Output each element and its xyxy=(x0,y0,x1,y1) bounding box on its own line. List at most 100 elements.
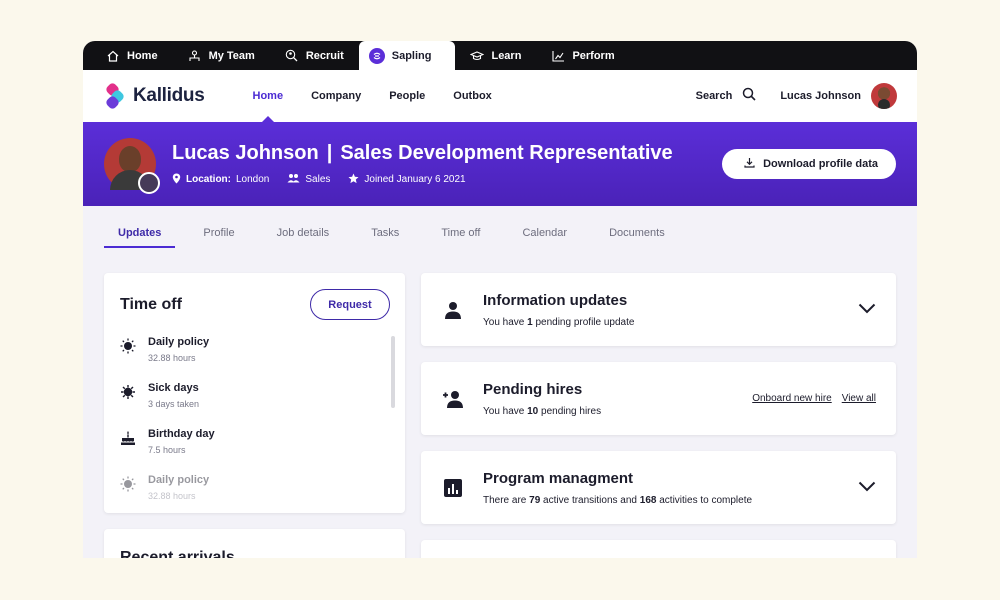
nav-link-home[interactable]: Home xyxy=(239,70,298,122)
card-title: Information updates xyxy=(483,291,628,309)
program-management-card[interactable]: Program managment There are 79 active tr… xyxy=(421,451,896,524)
apptab-label: Recruit xyxy=(305,49,344,62)
time-off-card: Time off Request Daily policy 32.88 hours… xyxy=(104,273,405,513)
pending-count: 10 xyxy=(527,405,539,417)
search-label[interactable]: Search xyxy=(696,90,733,102)
nav-link-company[interactable]: Company xyxy=(297,70,375,122)
group-icon xyxy=(287,173,300,186)
profile-joined: Joined January 6 2021 xyxy=(348,173,466,187)
card-subtitle: You have 1 pending profile update xyxy=(483,316,635,328)
location-pin-icon xyxy=(172,173,181,187)
apptab-label: Home xyxy=(127,49,158,62)
pending-hires-card[interactable]: Pending hires You have 10 pending hires … xyxy=(421,362,896,435)
tab-job-details[interactable]: Job details xyxy=(263,206,344,259)
sun-icon xyxy=(120,476,136,492)
apptab-label: My Team xyxy=(208,49,255,62)
apptab-label: Sapling xyxy=(391,49,432,62)
tab-updates[interactable]: Updates xyxy=(104,206,176,259)
main-navbar: Kallidus Home Company People Outbox Sear… xyxy=(83,70,917,122)
policy-name: Daily policy xyxy=(148,336,210,348)
policy-name: Daily policy xyxy=(148,474,210,486)
manager-avatar xyxy=(138,172,160,194)
profile-title: Lucas Johnson | Sales Development Repres… xyxy=(172,142,673,165)
location-value: London xyxy=(236,174,270,185)
department-value: Sales xyxy=(305,174,331,185)
list-item[interactable]: Daily policy 32.88 hours xyxy=(120,474,389,501)
user-name[interactable]: Lucas Johnson xyxy=(780,90,861,102)
tab-time-off[interactable]: Time off xyxy=(427,206,494,259)
home-icon xyxy=(106,49,120,63)
information-updates-card[interactable]: Information updates You have 1 pending p… xyxy=(421,273,896,346)
time-off-title: Time off xyxy=(120,295,182,313)
list-item[interactable]: Birthday day 7.5 hours xyxy=(120,428,389,455)
chevron-down-icon[interactable] xyxy=(858,479,876,497)
list-item[interactable]: Sick days 3 days taken xyxy=(120,382,389,409)
list-item[interactable]: Daily policy 32.88 hours xyxy=(120,336,389,363)
person-icon xyxy=(441,301,465,319)
search-icon[interactable] xyxy=(742,87,756,106)
sun-icon xyxy=(120,338,136,354)
download-profile-button[interactable]: Download profile data xyxy=(722,149,896,179)
recruit-icon xyxy=(285,49,299,63)
download-icon xyxy=(744,157,755,171)
transitions-count: 79 xyxy=(529,494,541,506)
card-title: Pending hires xyxy=(483,380,583,398)
profile-name: Lucas Johnson xyxy=(172,141,319,164)
profile-location: Location: London xyxy=(172,173,269,187)
apptab-learn[interactable]: Learn xyxy=(455,41,536,70)
nav-link-outbox[interactable]: Outbox xyxy=(439,70,506,122)
profile-department: Sales xyxy=(287,173,330,186)
card-subtitle: There are 79 active transitions and 168 … xyxy=(483,494,753,506)
activities-count: 168 xyxy=(639,494,657,506)
team-icon xyxy=(188,49,202,63)
chevron-down-icon[interactable] xyxy=(858,301,876,319)
tab-tasks[interactable]: Tasks xyxy=(357,206,413,259)
bar-chart-icon xyxy=(441,478,465,497)
card-title: Program managment xyxy=(483,469,634,487)
next-card xyxy=(421,540,896,558)
recent-arrivals-card: Recent arrivals xyxy=(104,529,405,558)
location-label: Location: xyxy=(186,174,231,185)
apptab-sapling[interactable]: Sapling xyxy=(358,41,456,70)
graduation-cap-icon xyxy=(470,49,485,63)
policy-list[interactable]: Daily policy 32.88 hours Sick days 3 days … xyxy=(120,336,389,506)
apptab-recruit[interactable]: Recruit xyxy=(270,41,359,70)
view-all-link[interactable]: View all xyxy=(842,393,876,404)
profile-tabs: Updates Profile Job details Tasks Time o… xyxy=(83,206,917,259)
tab-calendar[interactable]: Calendar xyxy=(508,206,581,259)
app-switcher-bar: Home My Team Recruit Sapling Learn Perfo… xyxy=(83,41,917,70)
star-icon xyxy=(348,173,359,187)
user-avatar[interactable] xyxy=(871,83,897,109)
profile-info: Lucas Johnson | Sales Development Repres… xyxy=(172,142,673,187)
cake-icon xyxy=(120,430,136,446)
apptab-label: Learn xyxy=(491,49,522,62)
tab-profile[interactable]: Profile xyxy=(189,206,248,259)
time-off-header: Time off Request xyxy=(120,289,390,320)
request-button[interactable]: Request xyxy=(310,289,390,320)
tab-documents[interactable]: Documents xyxy=(595,206,679,259)
apptab-home[interactable]: Home xyxy=(91,41,173,70)
sapling-icon xyxy=(368,47,385,64)
policy-detail: 32.88 hours xyxy=(148,353,196,363)
kallidus-logo-mark xyxy=(106,83,124,109)
kallidus-logo[interactable]: Kallidus xyxy=(105,82,205,110)
profile-header: Lucas Johnson | Sales Development Repres… xyxy=(83,122,917,206)
policy-detail: 3 days taken xyxy=(148,399,200,409)
nav-link-people[interactable]: People xyxy=(375,70,439,122)
scrollbar[interactable] xyxy=(391,336,395,408)
apptab-perform[interactable]: Perform xyxy=(536,41,629,70)
policy-name: Sick days xyxy=(148,382,199,394)
chart-icon xyxy=(551,49,565,63)
apptab-label: Perform xyxy=(572,49,615,62)
onboard-new-hire-link[interactable]: Onboard new hire xyxy=(752,393,832,404)
recent-arrivals-title: Recent arrivals xyxy=(120,549,235,558)
policy-detail: 7.5 hours xyxy=(148,445,186,455)
apptab-my-team[interactable]: My Team xyxy=(173,41,270,70)
card-subtitle: You have 10 pending hires xyxy=(483,405,602,417)
virus-icon xyxy=(120,384,136,400)
main-content: Time off Request Daily policy 32.88 hours… xyxy=(104,273,896,558)
app-window: Home My Team Recruit Sapling Learn Perfo… xyxy=(83,41,917,558)
profile-role: Sales Development Representative xyxy=(340,141,673,164)
policy-detail: 32.88 hours xyxy=(148,491,196,501)
profile-meta: Location: London Sales Joined January 6 … xyxy=(172,173,673,187)
